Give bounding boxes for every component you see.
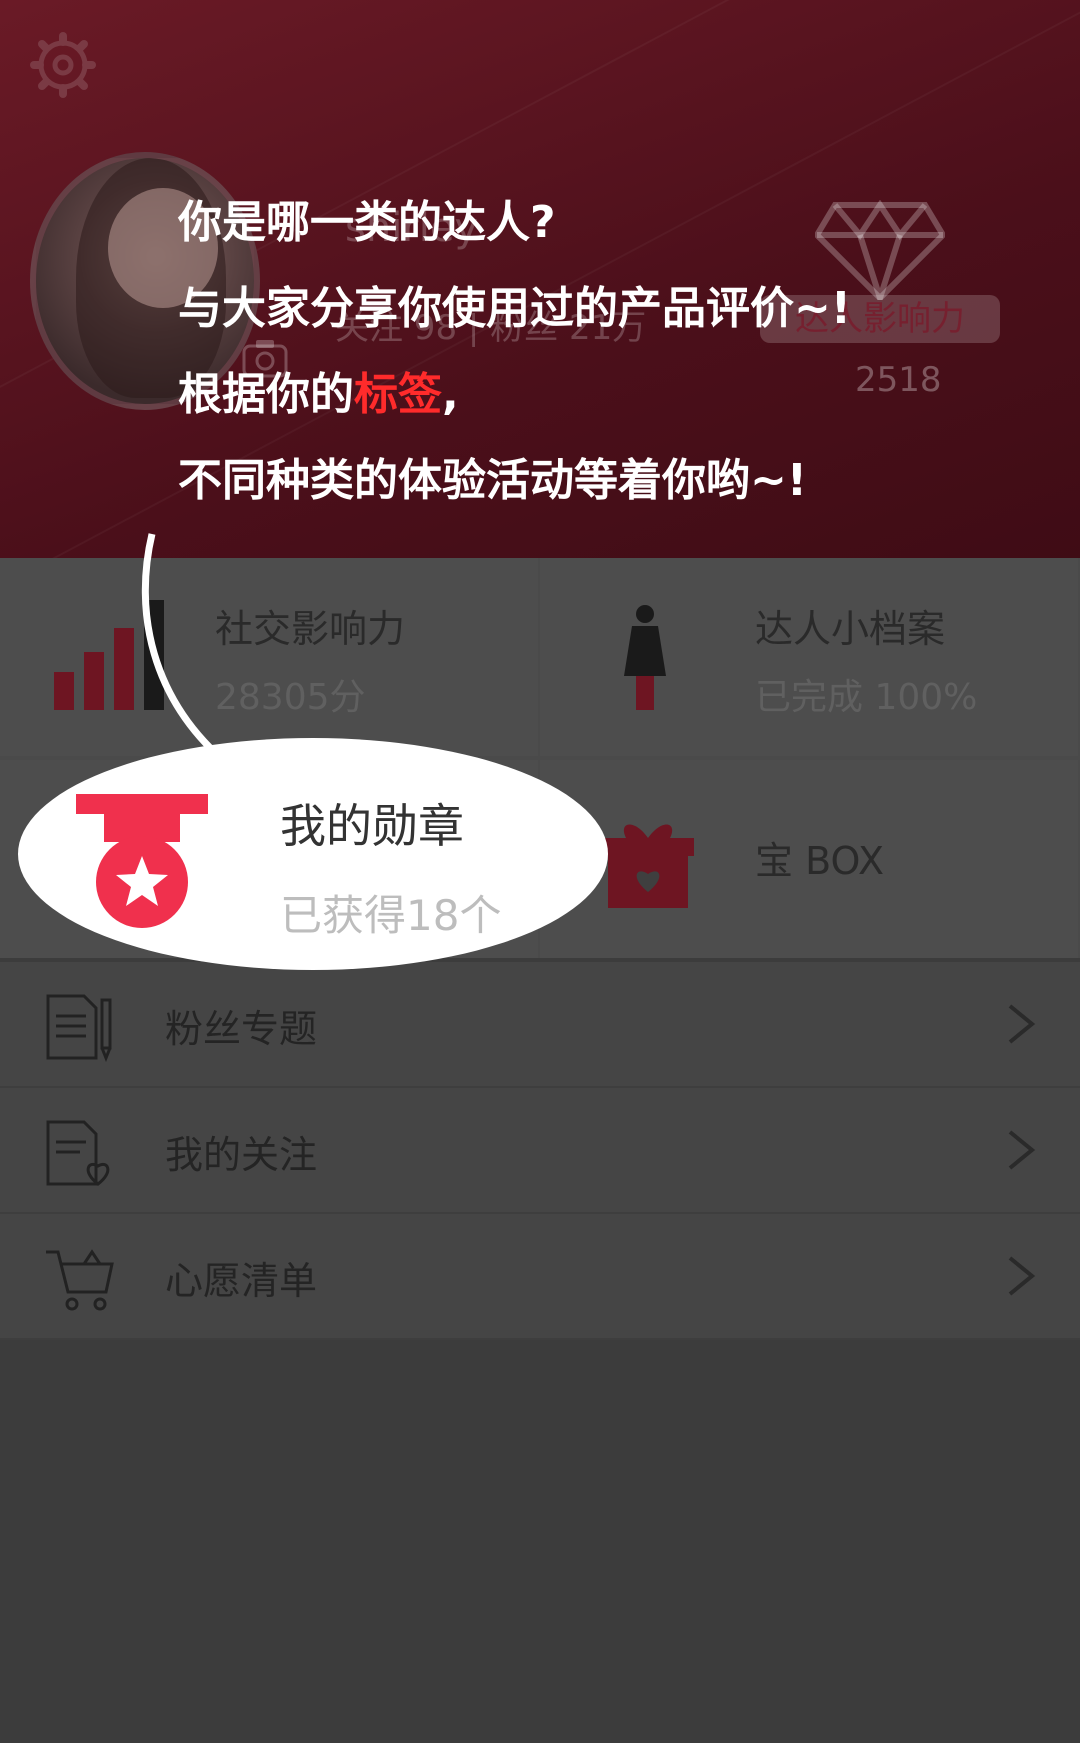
list-item-wishlist[interactable]: 心愿清单 <box>0 1214 1080 1340</box>
box-title: 宝 BOX <box>755 839 884 883</box>
profile-title: 达人小档案 <box>755 607 946 651</box>
chevron-right-icon <box>1008 1256 1036 1296</box>
medal-icon <box>76 794 208 928</box>
cart-icon <box>46 1249 114 1311</box>
callout-line-2: 与大家分享你使用过的产品评价~! <box>178 283 851 334</box>
callout-text: 根据你的 <box>178 369 354 420</box>
box-card[interactable]: 宝 BOX <box>540 760 1078 958</box>
medals-count: 已获得18个 <box>280 891 502 940</box>
profile-progress: 已完成 100% <box>755 677 978 718</box>
document-heart-icon <box>46 1120 110 1186</box>
social-influence-card[interactable]: 社交影响力 28305分 <box>0 558 538 756</box>
chevron-right-icon <box>1008 1004 1036 1044</box>
callout-line-3: 根据你的标签, <box>178 352 851 438</box>
list-item-label: 心愿清单 <box>165 1259 318 1303</box>
callout-line-1: 你是哪一类的达人? <box>178 197 556 248</box>
settings-gear-icon[interactable] <box>28 30 98 100</box>
list-item-label: 我的关注 <box>165 1133 318 1177</box>
chevron-right-icon <box>1008 1130 1036 1170</box>
list-item-label: 粉丝专题 <box>165 1007 318 1051</box>
medals-title: 我的勋章 <box>280 799 464 853</box>
list-item-fan-topics[interactable]: 粉丝专题 <box>0 962 1080 1088</box>
gift-icon <box>602 824 694 908</box>
person-icon <box>624 605 666 710</box>
callout-highlight-tag: 标签 <box>354 369 442 420</box>
document-pen-icon <box>46 994 112 1062</box>
callout-tail <box>141 533 233 769</box>
influence-value: 2518 <box>855 360 942 400</box>
callout-text: , <box>442 369 459 420</box>
list-item-my-follows[interactable]: 我的关注 <box>0 1088 1080 1214</box>
onboarding-callout: 你是哪一类的达人? 与大家分享你使用过的产品评价~! 根据你的标签, 不同种类的… <box>178 180 851 524</box>
callout-line-4: 不同种类的体验活动等着你哟~! <box>178 455 807 506</box>
profile-card[interactable]: 达人小档案 已完成 100% <box>540 558 1078 756</box>
